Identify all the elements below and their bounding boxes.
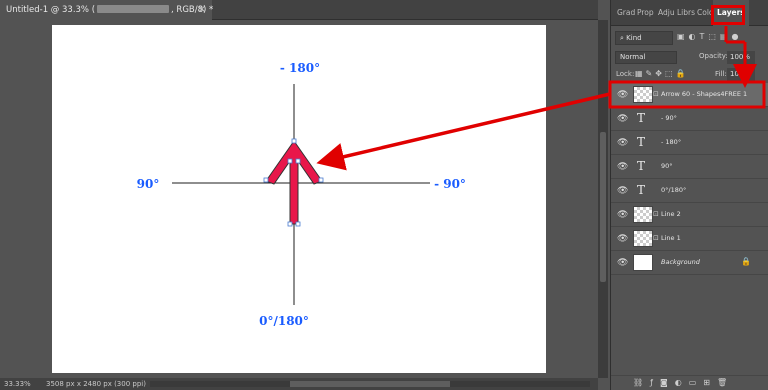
lock-label: Lock: <box>616 70 635 78</box>
document-info: 3508 px x 2480 px (300 ppi) <box>46 380 146 388</box>
eye-icon[interactable]: 👁 <box>617 258 628 268</box>
layer-line-1[interactable]: 👁 ⊡ Line 1 <box>611 227 768 251</box>
footer-icons[interactable]: ⛓ƒ◙◐▭⊞🗑 <box>633 378 734 387</box>
text-layer-icon: T <box>637 111 646 125</box>
scrollbar-thumb[interactable] <box>600 132 606 282</box>
layer-name: - 90° <box>661 114 677 122</box>
label-top: - 180° <box>280 61 320 75</box>
status-bar: 33.33% 3508 px x 2480 px (300 ppi) <box>0 378 598 390</box>
layer-filter-row: ⌕ Kind ▣◐T⬚▤● <box>611 28 768 48</box>
label-right: - 90° <box>434 177 466 191</box>
panel-tabs: Grad Prop Adju Librs Colo Layers <box>611 0 768 26</box>
eye-icon[interactable]: 👁 <box>617 162 628 172</box>
canvas-drawing: - 180° 90° - 90° 0°/180° <box>137 61 466 328</box>
layer-arrow[interactable]: 👁 ⊡ Arrow 60 - Shapes4FREE 1 <box>611 83 768 107</box>
layer-name: - 180° <box>661 138 682 146</box>
layer-text-0-180[interactable]: 👁 T 0°/180° <box>611 179 768 203</box>
vertical-scrollbar[interactable] <box>598 20 608 378</box>
tab-properties[interactable]: Prop <box>637 0 654 26</box>
zoom-level[interactable]: 33.33% <box>4 378 31 390</box>
label-bottom: 0°/180° <box>259 314 309 328</box>
layer-thumbnail <box>633 86 653 103</box>
kind-label: Kind <box>626 34 642 42</box>
layer-name: Background <box>661 258 700 266</box>
layer-thumbnail <box>633 206 653 223</box>
eye-icon[interactable]: 👁 <box>617 234 628 244</box>
layer-name: Line 1 <box>661 234 681 242</box>
opacity-label: Opacity: <box>699 52 728 60</box>
eye-icon[interactable]: 👁 <box>617 138 628 148</box>
layers-panel: Grad Prop Adju Librs Colo Layers ⌕ Kind … <box>610 0 768 390</box>
layer-name: 0°/180° <box>661 186 687 194</box>
link-icon: ⊡ <box>653 90 659 98</box>
lock-icons[interactable]: ▦✎✥⬚🔒 <box>635 69 688 78</box>
eye-icon[interactable]: 👁 <box>617 114 628 124</box>
document-tab[interactable]: Untitled-1 @ 33.3% ( , RGB/8) * × <box>0 0 214 20</box>
photoshop-window: Untitled-1 @ 33.3% ( , RGB/8) * × - 180° … <box>0 0 768 390</box>
text-layer-icon: T <box>637 159 646 173</box>
lock-row: Lock: ▦✎✥⬚🔒 Fill: 100% <box>611 68 768 82</box>
lock-icon: 🔒 <box>741 257 751 266</box>
tab-gradients[interactable]: Grad <box>617 0 635 26</box>
document-tab-title-prefix: Untitled-1 @ 33.3% ( <box>6 5 96 15</box>
layers-tab-highlight <box>711 5 745 25</box>
layer-text-90[interactable]: 👁 T 90° <box>611 155 768 179</box>
eye-icon[interactable]: 👁 <box>617 186 628 196</box>
layer-name: Arrow 60 - Shapes4FREE 1 <box>661 90 748 98</box>
blend-mode-select[interactable]: Normal <box>615 51 677 64</box>
blend-row: Normal Opacity: 100% <box>611 50 768 66</box>
layer-background[interactable]: 👁 Background 🔒 <box>611 251 768 275</box>
arrow-shape <box>263 138 324 227</box>
horizontal-scrollbar[interactable] <box>150 381 590 387</box>
layer-thumbnail <box>633 230 653 247</box>
link-icon: ⊡ <box>653 234 659 242</box>
document-tab-bar: Untitled-1 @ 33.3% ( , RGB/8) * × <box>0 0 598 20</box>
link-icon: ⊡ <box>653 210 659 218</box>
eye-icon[interactable]: 👁 <box>617 90 628 100</box>
document-tab-title-suffix: , RGB/8) * <box>171 5 214 15</box>
fill-label: Fill: <box>715 70 727 78</box>
eye-icon[interactable]: 👁 <box>617 210 628 220</box>
layer-name: Line 2 <box>661 210 681 218</box>
tab-libraries[interactable]: Librs <box>677 0 695 26</box>
layer-name: 90° <box>661 162 673 170</box>
layer-thumbnail <box>633 254 653 271</box>
redacted-filename <box>97 5 170 13</box>
text-layer-icon: T <box>637 135 646 149</box>
layer-line-2[interactable]: 👁 ⊡ Line 2 <box>611 203 768 227</box>
scrollbar-thumb[interactable] <box>290 381 450 387</box>
opacity-input[interactable]: 100% <box>727 51 755 64</box>
label-left: 90° <box>137 177 160 191</box>
filter-icons[interactable]: ▣◐T⬚▤● <box>677 32 743 41</box>
kind-filter-select[interactable]: ⌕ Kind <box>615 31 673 45</box>
tab-adjustments[interactable]: Adju <box>658 0 675 26</box>
canvas-area: - 180° 90° - 90° 0°/180° <box>0 20 598 378</box>
close-icon[interactable]: × <box>198 0 206 20</box>
panel-footer: ⛓ƒ◙◐▭⊞🗑 <box>611 375 768 390</box>
fill-input[interactable]: 100% <box>727 68 755 81</box>
layer-text-minus90[interactable]: 👁 T - 90° <box>611 107 768 131</box>
text-layer-icon: T <box>637 183 646 197</box>
document-canvas[interactable]: - 180° 90° - 90° 0°/180° <box>52 25 546 373</box>
layer-text-minus180[interactable]: 👁 T - 180° <box>611 131 768 155</box>
